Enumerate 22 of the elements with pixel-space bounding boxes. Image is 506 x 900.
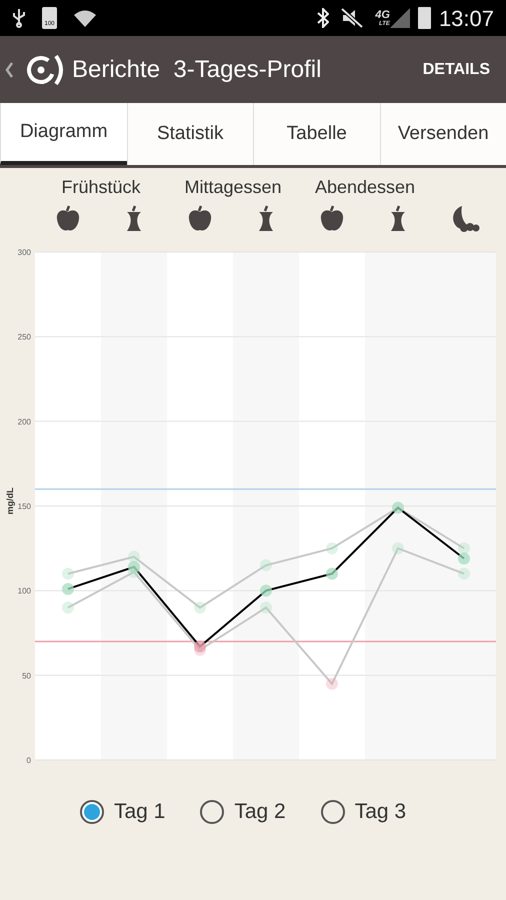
tab[interactable]: Versenden — [380, 103, 506, 165]
meal-label: Frühstück — [61, 176, 141, 199]
tab[interactable]: Diagramm — [0, 103, 126, 165]
axis-tick-label: 50 — [22, 671, 31, 680]
axis-title: mg/dL — [5, 488, 15, 514]
details-button[interactable]: DETAILS — [422, 58, 490, 82]
axis-tick-label: 200 — [18, 417, 31, 426]
clock-time: 13:07 — [438, 4, 494, 32]
tab[interactable]: Statistik — [126, 103, 253, 165]
meal-label: Mittagessen — [184, 176, 282, 199]
meal-label: Abendessen — [314, 176, 416, 199]
axis-tick-label: 300 — [18, 248, 31, 257]
tab[interactable]: Tabelle — [253, 103, 380, 165]
axis-tick-label: 150 — [18, 502, 31, 511]
screen-title: Berichte 3-Tages-Profil — [72, 54, 322, 84]
axis-tick-label: 0 — [26, 756, 31, 765]
day-radio[interactable]: Tag 1 — [80, 796, 166, 828]
axis-tick-label: 100 — [18, 586, 31, 596]
network-type: 4G — [375, 10, 390, 20]
day-radio[interactable]: Tag 2 — [200, 796, 286, 828]
axis-tick-label: 250 — [18, 332, 31, 342]
day-radio[interactable]: Tag 3 — [320, 796, 406, 828]
